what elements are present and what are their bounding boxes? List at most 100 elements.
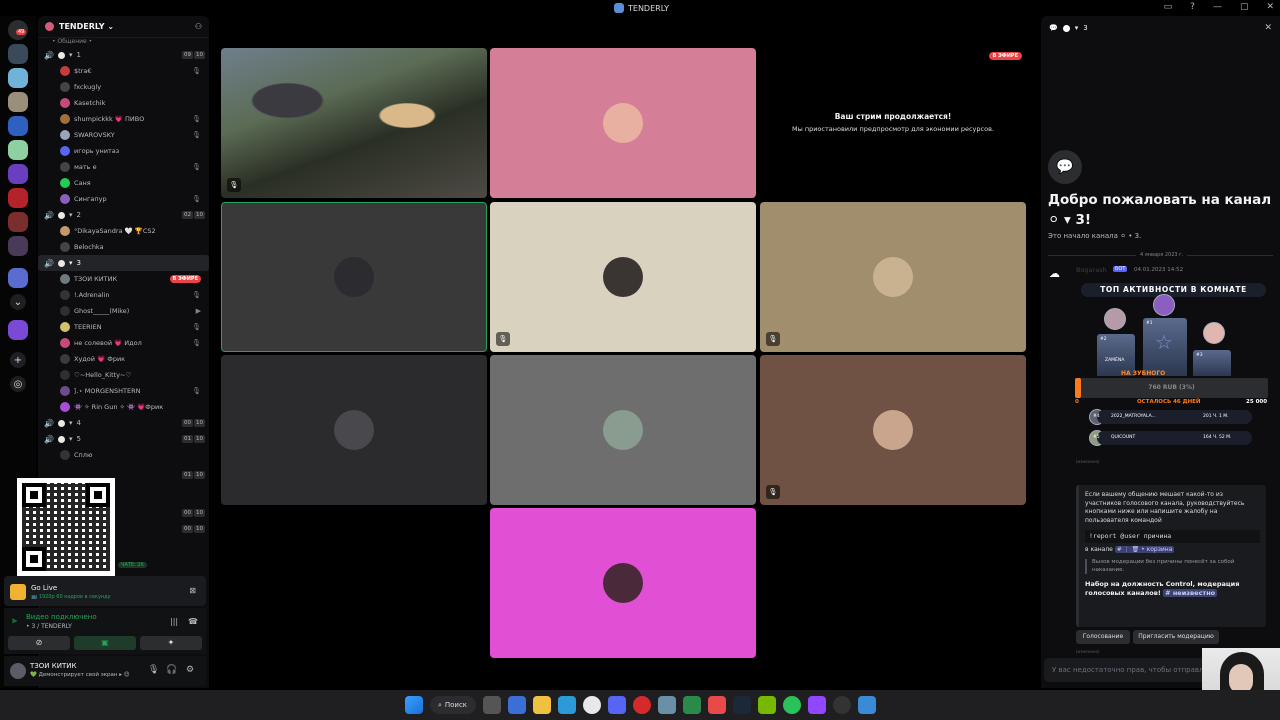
voice-user[interactable]: SWAROVSKY 🎙 [38, 127, 209, 143]
user-status: 💚 Демонстрирует свой экран ▸ 😊 [30, 672, 130, 678]
goal-min: 0 [1075, 399, 1079, 405]
avatar[interactable] [10, 663, 26, 679]
voice-user[interactable]: Худой 💗 Фрик [38, 351, 209, 367]
voice-user[interactable]: не солевой 💗 Идол 🎙 [38, 335, 209, 351]
task-view-icon[interactable] [482, 696, 501, 714]
server-icon[interactable] [8, 320, 28, 340]
server-icon[interactable] [8, 140, 28, 160]
voice-user[interactable]: ⟆.⋆ MORGENSHTERN 🎙 [38, 383, 209, 399]
voice-user[interactable]: °DikayaSandra 🤍 🏆CS2 [38, 223, 209, 239]
settings-gear-icon[interactable]: ⚙ [186, 665, 194, 675]
notepad-icon[interactable] [857, 696, 876, 714]
go-live-panel[interactable]: Go Live 📺 1920p 60 кадров в секунду ⊠ [4, 576, 206, 606]
message-input[interactable]: У вас недостаточно прав, чтобы отправлят… [1044, 658, 1214, 682]
noise-suppression-icon[interactable]: ||| [170, 617, 178, 626]
disconnect-icon[interactable]: ☎ [188, 617, 198, 626]
server-icon[interactable] [8, 268, 28, 288]
twitch-icon[interactable] [807, 696, 826, 714]
chevron-down-icon[interactable]: ⌄ [10, 294, 26, 310]
voice-user[interactable]: Kasetchik [38, 95, 209, 111]
voice-channel-path[interactable]: • 3 / TENDERLY [26, 623, 72, 630]
server-icon[interactable] [8, 212, 28, 232]
participant-tile[interactable] [490, 508, 756, 658]
voice-user[interactable]: ♡~Hello_Kitty~♡ [38, 367, 209, 383]
participant-tile[interactable]: 🎙 [490, 202, 756, 352]
participant-tile[interactable] [490, 48, 756, 198]
app-icon[interactable] [657, 696, 676, 714]
channel-counter: 00 10 [182, 525, 205, 533]
screen-share-button[interactable]: ▣ [74, 636, 136, 650]
steam-icon[interactable] [732, 696, 751, 714]
help-icon[interactable]: ? [1190, 2, 1195, 12]
add-server-icon[interactable]: + [10, 352, 26, 368]
participant-tile[interactable]: 🎙 [760, 355, 1026, 505]
voice-user[interactable]: Саня [38, 175, 209, 191]
utorrent-icon[interactable] [782, 696, 801, 714]
opera-icon[interactable] [632, 696, 651, 714]
add-user-icon[interactable]: ⚇ [195, 22, 202, 31]
voice-user[interactable]: TEERIEN 🎙 [38, 319, 209, 335]
participant-tile[interactable] [221, 202, 487, 352]
voice-user[interactable]: shumpickkk 💗 ПИВО 🎙 [38, 111, 209, 127]
server-icon[interactable] [8, 68, 28, 88]
start-icon[interactable] [404, 696, 423, 714]
voice-user[interactable]: Belochka [38, 239, 209, 255]
participant-tile[interactable] [221, 355, 487, 505]
voice-user[interactable]: Ghost_____(Mike) ▶ [38, 303, 209, 319]
voice-user[interactable]: fxckugly [38, 79, 209, 95]
bot-name[interactable]: Bogarash [1076, 266, 1107, 274]
voice-channel-2[interactable]: 🔊 ▾ 2 02 10 [38, 207, 209, 223]
voice-user[interactable]: Сингапур 🎙 [38, 191, 209, 207]
voice-user[interactable]: !.Adrenalin 🎙 [38, 287, 209, 303]
nvidia-icon[interactable] [757, 696, 776, 714]
server-icon[interactable] [8, 92, 28, 112]
yandex-icon[interactable] [707, 696, 726, 714]
voice-user[interactable]: мать е 🎙 [38, 159, 209, 175]
participant-tile[interactable] [490, 355, 756, 505]
discord-icon[interactable] [607, 696, 626, 714]
participant-tile[interactable]: 🎙 [760, 202, 1026, 352]
voice-user[interactable]: ТЗОИ КИТИК В ЭФИРЕ [38, 271, 209, 287]
server-icon[interactable] [8, 116, 28, 136]
telegram-icon[interactable] [557, 696, 576, 714]
list-item[interactable]: Сплю [38, 447, 209, 463]
voice-user[interactable]: $tra€ 🎙 [38, 63, 209, 79]
server-icon[interactable] [8, 188, 28, 208]
invite-moderation-button[interactable]: Пригласить модерацию [1133, 630, 1219, 644]
close-icon[interactable]: ✕ [1264, 23, 1272, 33]
microphone-icon[interactable]: 🎙 [148, 665, 159, 675]
obs-icon[interactable] [832, 696, 851, 714]
voice-user[interactable]: игорь унитаз [38, 143, 209, 159]
server-icon[interactable] [8, 236, 28, 256]
widgets-icon[interactable] [507, 696, 526, 714]
close-button[interactable]: ✕ [1266, 2, 1274, 12]
minimize-button[interactable]: — [1213, 2, 1222, 12]
inbox-icon[interactable]: ▭ [1164, 2, 1173, 12]
guild-header[interactable]: TENDERLY ⌄ ⚇ [38, 16, 209, 38]
vote-button[interactable]: Голосование [1076, 630, 1130, 644]
stop-stream-icon[interactable]: ⊠ [189, 586, 196, 595]
server-icon[interactable] [8, 44, 28, 64]
file-explorer-icon[interactable] [532, 696, 551, 714]
headphones-icon[interactable]: 🎧 [166, 665, 177, 675]
search-button[interactable]: ⌕ Поиск [429, 696, 476, 714]
app-icon[interactable] [682, 696, 701, 714]
live-badge: В ЭФИРЕ [988, 52, 1022, 60]
camera-off-button[interactable]: ⊘ [8, 636, 70, 650]
category-label[interactable]: • Общение • [38, 38, 209, 47]
channel-mention[interactable]: # ⋮ 🗑 • корзина [1114, 545, 1175, 553]
chrome-icon[interactable] [582, 696, 601, 714]
channel-mention[interactable]: # неизвестно [1163, 589, 1218, 597]
voice-channel-3[interactable]: 🔊 ▾ 3 [38, 255, 209, 271]
bot-avatar-icon[interactable]: ☁ [1049, 267, 1067, 285]
voice-channel-1[interactable]: 🔊 ▾ 1 09 10 [38, 47, 209, 63]
server-icon[interactable] [8, 164, 28, 184]
maximize-button[interactable]: ▢ [1240, 2, 1249, 12]
activity-button[interactable]: ✦ [140, 636, 202, 650]
voice-user[interactable]: 👾 ✧ Rin Gun ✧ 👾 💗Фрик [38, 399, 209, 415]
dm-badge: 49 [16, 29, 27, 35]
explore-icon[interactable]: ◎ [10, 376, 26, 392]
voice-channel-5[interactable]: 🔊 ▾ 5 01 10 [38, 431, 209, 447]
camera-video-tile[interactable]: 🎙 [221, 48, 487, 198]
voice-channel-4[interactable]: 🔊 ▾ 4 00 10 [38, 415, 209, 431]
